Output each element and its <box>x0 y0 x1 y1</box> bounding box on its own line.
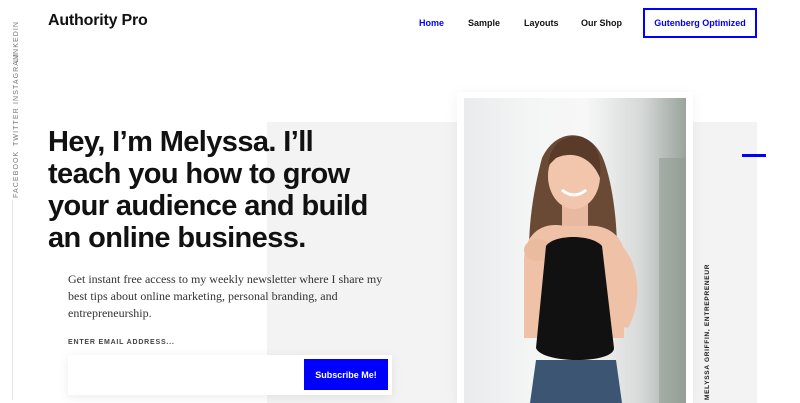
nav-item-our-shop[interactable]: Our Shop <box>581 18 622 28</box>
nav-item-sample[interactable]: Sample <box>468 18 500 28</box>
accent-divider <box>742 154 766 157</box>
hero-portrait-image <box>464 98 686 403</box>
portrait-illustration <box>524 135 686 403</box>
nav-cta-button[interactable]: Gutenberg Optimized <box>643 8 757 38</box>
email-field-label: ENTER EMAIL ADDRESS... <box>68 339 175 346</box>
nav-item-home[interactable]: Home <box>419 18 444 28</box>
social-link-instagram[interactable]: INSTAGRAM <box>13 53 20 104</box>
subscribe-button[interactable]: Subscribe Me! <box>304 359 388 390</box>
site-logo[interactable]: Authority Pro <box>48 12 148 30</box>
photo-caption: MELYSSA GRIFFIN, ENTREPRENEUR <box>704 263 711 400</box>
subscribe-form: Subscribe Me! <box>68 355 392 395</box>
hero-headline: Hey, I’m Melyssa. I’ll teach you how to … <box>48 126 368 254</box>
hero-intro-text: Get instant free access to my weekly new… <box>68 272 383 320</box>
social-rail: LINKEDIN INSTAGRAM TWITTER FACEBOOK <box>0 0 26 400</box>
nav-item-layouts[interactable]: Layouts <box>524 18 559 28</box>
social-link-twitter[interactable]: TWITTER <box>13 107 20 146</box>
email-field[interactable] <box>68 355 300 395</box>
social-rail-divider <box>12 200 13 400</box>
social-link-facebook[interactable]: FACEBOOK <box>13 151 20 198</box>
